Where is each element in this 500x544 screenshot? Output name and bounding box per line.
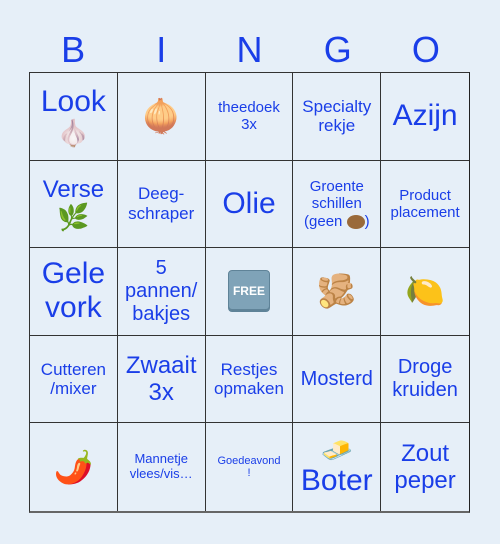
bingo-cell-theedoek[interactable]: theedoek 3x: [205, 73, 294, 161]
cell-text: Zwaait 3x: [125, 351, 197, 407]
bingo-cell-lemon[interactable]: 🍋: [381, 248, 469, 336]
bingo-cell-boter[interactable]: 🧈 Boter: [293, 423, 382, 511]
cell-text: Cutteren /mixer: [40, 359, 106, 399]
cell-text-suffix: ): [364, 212, 370, 230]
cell-text: Boter: [300, 464, 373, 498]
bingo-cell-free[interactable]: FREE: [205, 248, 294, 336]
bingo-cell-mannetje[interactable]: Mannetje vlees/vis…: [118, 423, 206, 511]
bingo-cell-goedeavond[interactable]: Goedeavond !: [206, 423, 294, 511]
onion-icon: 🧅: [141, 97, 182, 134]
bingo-grid: Look 🧄 🧅 theedoek 3x Specialty rekje Azi…: [29, 72, 470, 513]
bingo-cell-azijn[interactable]: Azijn: [381, 73, 469, 161]
cell-text: Verse: [42, 175, 105, 203]
bingo-cell-deegschraper[interactable]: Deeg- schraper: [117, 160, 206, 249]
cell-text: Zout peper: [394, 439, 456, 495]
bingo-cell-onion[interactable]: 🧅: [117, 73, 206, 161]
bingo-cell-specialty-rekje[interactable]: Specialty rekje: [293, 73, 382, 161]
bingo-cell-zwaait[interactable]: Zwaait 3x: [117, 335, 206, 424]
cell-text: Specialty rekje: [302, 96, 372, 136]
chili-pepper-icon: 🌶️: [53, 448, 94, 485]
cell-text: theedoek 3x: [218, 99, 280, 134]
bingo-cell-zout-peper[interactable]: Zout peper: [381, 423, 469, 511]
bingo-cell-cutteren-mixer[interactable]: Cutteren /mixer: [30, 335, 118, 424]
header-letter-g: G: [323, 29, 352, 70]
bingo-cell-droge-kruiden[interactable]: Droge kruiden: [381, 336, 469, 424]
cell-text: Look: [40, 84, 106, 118]
cell-text: Mannetje vlees/vis…: [129, 451, 193, 482]
cell-text: Olie: [222, 186, 276, 220]
cell-text: Droge kruiden: [392, 356, 458, 402]
header-letter-o: O: [411, 29, 440, 70]
bingo-cell-look[interactable]: Look 🧄: [30, 73, 118, 161]
cell-text: Mosterd: [300, 367, 373, 390]
cell-text: Product placement: [390, 186, 460, 221]
cell-text-wrap: Groente schillen (geen ): [304, 178, 370, 230]
cell-text: Gele vork: [41, 256, 106, 325]
bingo-cell-mosterd[interactable]: Mosterd: [293, 335, 382, 424]
free-icon: FREE: [227, 270, 270, 313]
bingo-cell-verse[interactable]: Verse 🌿: [30, 160, 118, 249]
bingo-cell-ginger[interactable]: 🫚: [293, 248, 382, 336]
bingo-cell-pannen-bakjes[interactable]: 5 pannen/ bakjes: [117, 248, 206, 336]
garlic-icon: 🧄: [57, 118, 90, 149]
header-letter-n: N: [236, 29, 263, 70]
cell-text: Restjes opmaken: [214, 359, 284, 399]
header-letter-b: B: [61, 29, 86, 70]
herb-icon: 🌿: [57, 202, 90, 233]
bingo-cell-product-placement[interactable]: Product placement: [381, 161, 469, 249]
potato-icon: [346, 214, 365, 229]
cell-text: Goedeavond !: [217, 454, 281, 480]
bingo-cell-chili[interactable]: 🌶️: [30, 423, 118, 511]
cell-text: 5 pannen/ bakjes: [125, 256, 198, 325]
bingo-cell-restjes-opmaken[interactable]: Restjes opmaken: [205, 335, 294, 424]
bingo-header: B I N G O: [29, 28, 470, 72]
cell-text: Azijn: [392, 99, 458, 133]
cell-text: Deeg- schraper: [128, 184, 195, 223]
bingo-cell-groente-schillen[interactable]: Groente schillen (geen ): [293, 160, 382, 249]
header-letter-i: I: [156, 29, 167, 70]
bingo-cell-gele-vork[interactable]: Gele vork: [30, 248, 118, 336]
lemon-icon: 🍋: [405, 272, 446, 309]
butter-icon: 🧈: [320, 434, 353, 465]
bingo-cell-olie[interactable]: Olie: [205, 160, 294, 249]
ginger-icon: 🫚: [316, 272, 357, 309]
